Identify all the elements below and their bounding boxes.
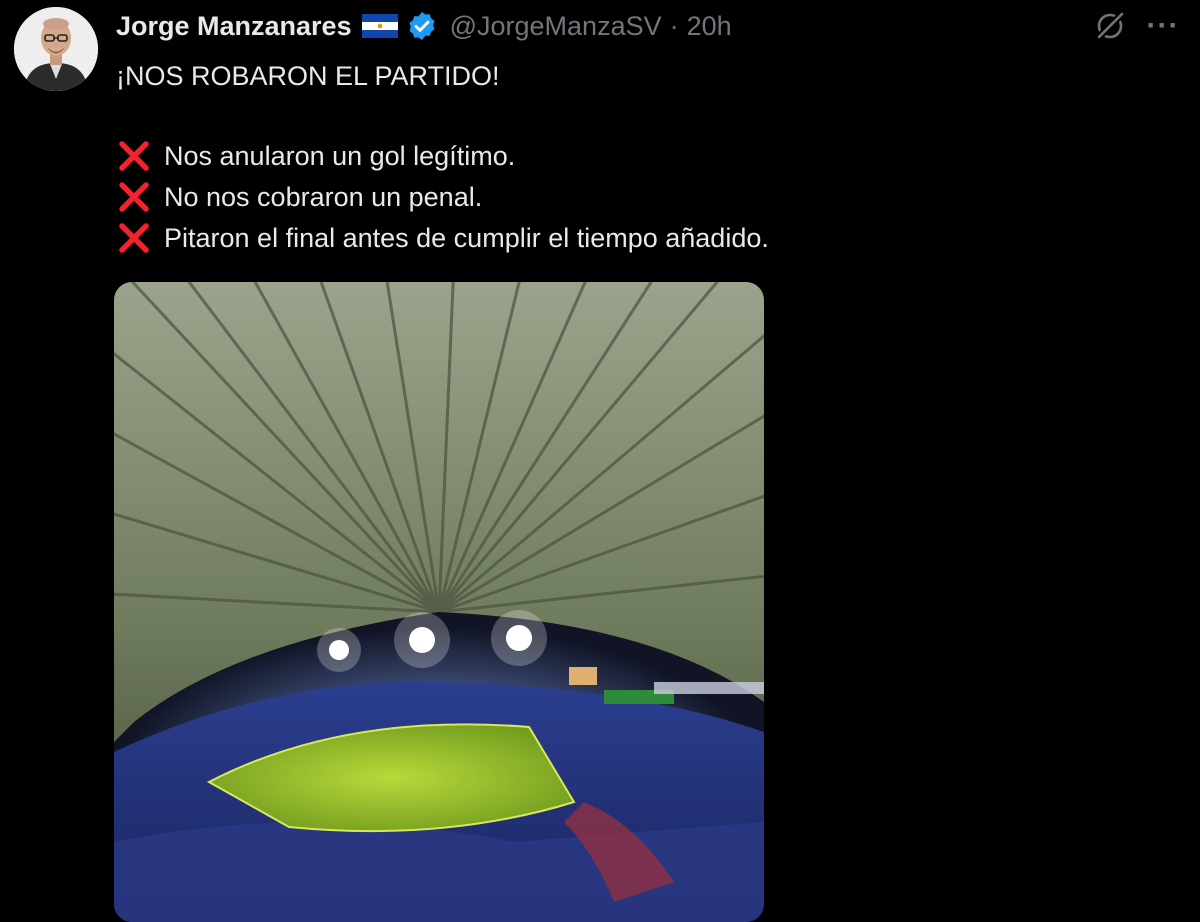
timestamp[interactable]: 20h	[687, 11, 732, 42]
el-salvador-flag-icon	[361, 14, 398, 38]
cross-mark-icon	[116, 138, 152, 174]
tweet-header: Jorge Manzanares @JorgeManzaSV · 20h	[116, 4, 732, 48]
author-handle[interactable]: @JorgeManzaSV	[450, 11, 662, 42]
tweet-body: ¡NOS ROBARON EL PARTIDO! Nos anularon un…	[116, 56, 1116, 258]
separator-dot: ·	[669, 10, 679, 41]
paragraph-break	[116, 96, 1116, 135]
bullet-text: No nos cobraron un penal.	[164, 181, 483, 212]
grok-icon[interactable]	[1090, 8, 1130, 44]
bullet-text: Pitaron el final antes de cumplir el tie…	[164, 222, 769, 253]
bullet-line: Pitaron el final antes de cumplir el tie…	[116, 217, 1116, 258]
bullet-text: Nos anularon un gol legítimo.	[164, 140, 516, 171]
cross-mark-icon	[116, 179, 152, 215]
cross-mark-icon	[116, 220, 152, 256]
bullet-line: Nos anularon un gol legítimo.	[116, 135, 1116, 176]
author-name[interactable]: Jorge Manzanares	[116, 11, 352, 42]
avatar[interactable]	[14, 7, 98, 91]
more-options-icon[interactable]: ···	[1143, 8, 1183, 44]
stadium-photo[interactable]	[114, 282, 764, 922]
bullet-line: No nos cobraron un penal.	[116, 176, 1116, 217]
tweet-headline: ¡NOS ROBARON EL PARTIDO!	[116, 61, 500, 91]
verified-badge-icon	[406, 10, 438, 42]
